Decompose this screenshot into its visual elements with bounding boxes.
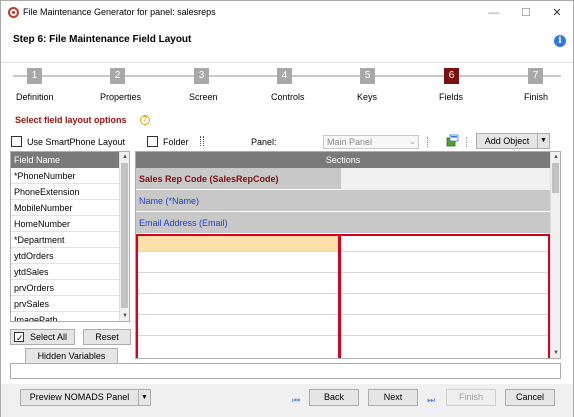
- toolbar-separator-2: [466, 137, 467, 147]
- toolbar-separator: [427, 137, 428, 147]
- step-header: Step 6: File Maintenance Field Layout i: [1, 25, 573, 63]
- scroll-thumb[interactable]: [552, 163, 559, 193]
- chevron-down-icon: ⌄: [409, 137, 416, 146]
- sections-grid: Sections Sales Rep Code (SalesRepCode) N…: [135, 151, 561, 359]
- select-all-check-icon: [14, 331, 24, 345]
- list-item[interactable]: *PhoneNumber: [11, 168, 119, 184]
- finish-button[interactable]: Finish: [446, 389, 496, 406]
- sections-header: Sections: [136, 152, 550, 168]
- step-4-box[interactable]: 4: [277, 68, 292, 84]
- scroll-up-icon[interactable]: ▲: [551, 152, 560, 162]
- window-title: File Maintenance Generator for panel: sa…: [23, 7, 216, 17]
- preview-button[interactable]: Preview NOMADS Panel: [20, 389, 139, 406]
- panel-label: Panel:: [251, 137, 277, 147]
- object-tool-icon[interactable]: [446, 134, 459, 147]
- field-list-header: Field Name: [11, 152, 119, 168]
- last-icon[interactable]: ⏭: [427, 395, 435, 406]
- step-3-box[interactable]: 3: [194, 68, 209, 84]
- field-list: Field Name *PhoneNumber PhoneExtension M…: [10, 151, 130, 322]
- list-item[interactable]: MobileNumber: [11, 200, 119, 216]
- preview-dropdown[interactable]: ▼: [138, 389, 151, 406]
- smartphone-label: Use SmartPhone Layout: [27, 137, 126, 147]
- list-item[interactable]: ytdSales: [11, 264, 119, 280]
- scroll-down-icon[interactable]: ▼: [551, 348, 560, 358]
- section-row[interactable]: Email Address (Email): [136, 212, 550, 234]
- select-all-label: Select All: [29, 332, 68, 342]
- list-item[interactable]: HomeNumber: [11, 216, 119, 232]
- field-list-scrollbar[interactable]: ▲ ▼: [119, 152, 129, 321]
- section-row-text: Name (*Name): [139, 196, 200, 206]
- drag-handle-icon[interactable]: [200, 136, 204, 146]
- step-3-label: Screen: [189, 92, 218, 102]
- folder-checkbox[interactable]: [147, 136, 158, 147]
- empty-section-area: [136, 234, 550, 358]
- section-right-cell[interactable]: [341, 168, 550, 190]
- title-bar: File Maintenance Generator for panel: sa…: [1, 1, 573, 25]
- wizard-steps: 1 Definition 2 Properties 3 Screen 4 Con…: [1, 63, 573, 107]
- cancel-button[interactable]: Cancel: [505, 389, 555, 406]
- select-all-button[interactable]: Select All: [10, 329, 75, 345]
- section-row-text: Sales Rep Code (SalesRepCode): [139, 174, 279, 184]
- step-7-box[interactable]: 7: [528, 68, 543, 84]
- left-column-outline[interactable]: [136, 234, 340, 358]
- status-bar: [10, 363, 561, 379]
- section-row-text: Email Address (Email): [139, 218, 228, 228]
- first-icon[interactable]: ⏮: [292, 395, 300, 406]
- step-1-label: Definition: [16, 92, 54, 102]
- step-6-box[interactable]: 6: [444, 68, 459, 84]
- footer: Preview NOMADS Panel ▼ ⏮ Back Next ⏭ Fin…: [1, 384, 573, 417]
- step-1-box[interactable]: 1: [27, 68, 42, 84]
- maximize-button[interactable]: ☐: [513, 4, 539, 22]
- smartphone-checkbox[interactable]: [11, 136, 22, 147]
- reset-button[interactable]: Reset: [83, 329, 131, 345]
- info-icon[interactable]: i: [554, 35, 566, 47]
- step-7-label: Finish: [524, 92, 549, 102]
- list-item[interactable]: PhoneExtension: [11, 184, 119, 200]
- scroll-up-icon[interactable]: ▲: [120, 152, 129, 162]
- list-item[interactable]: prvSales: [11, 296, 119, 312]
- layout-body: Select field layout options ? Use SmartP…: [1, 107, 573, 384]
- section-row[interactable]: Name (*Name): [136, 190, 550, 212]
- close-button[interactable]: ✕: [544, 4, 570, 22]
- back-button[interactable]: Back: [309, 389, 359, 406]
- panel-select-value: Main Panel: [327, 137, 373, 147]
- right-column-outline[interactable]: [339, 234, 550, 358]
- list-item[interactable]: ytdOrders: [11, 248, 119, 264]
- scroll-thumb[interactable]: [121, 163, 128, 308]
- options-title: Select field layout options: [15, 115, 127, 125]
- next-button[interactable]: Next: [368, 389, 418, 406]
- scroll-down-icon[interactable]: ▼: [120, 311, 129, 321]
- folder-label: Folder: [163, 137, 189, 147]
- step-5-label: Keys: [357, 92, 378, 102]
- step-4-label: Controls: [271, 92, 305, 102]
- help-icon[interactable]: ?: [140, 115, 150, 125]
- section-row[interactable]: Sales Rep Code (SalesRepCode): [136, 168, 550, 190]
- add-object-button[interactable]: Add Object: [476, 133, 538, 149]
- step-5-box[interactable]: 5: [360, 68, 375, 84]
- panel-select[interactable]: Main Panel ⌄: [323, 135, 419, 149]
- file-maintenance-window: File Maintenance Generator for panel: sa…: [0, 0, 574, 417]
- step-6-label: Fields: [439, 92, 464, 102]
- list-item[interactable]: prvOrders: [11, 280, 119, 296]
- step-title: Step 6: File Maintenance Field Layout: [13, 34, 192, 45]
- hidden-variables-button[interactable]: Hidden Variables: [25, 348, 118, 364]
- list-item[interactable]: ImagePath: [11, 312, 119, 321]
- step-2-box[interactable]: 2: [110, 68, 125, 84]
- list-item[interactable]: *Department: [11, 232, 119, 248]
- sections-scrollbar[interactable]: ▲ ▼: [550, 152, 560, 358]
- step-2-label: Properties: [100, 92, 142, 102]
- minimize-button[interactable]: —: [481, 4, 507, 22]
- app-icon: [8, 7, 19, 18]
- add-object-dropdown[interactable]: ▼: [537, 133, 550, 149]
